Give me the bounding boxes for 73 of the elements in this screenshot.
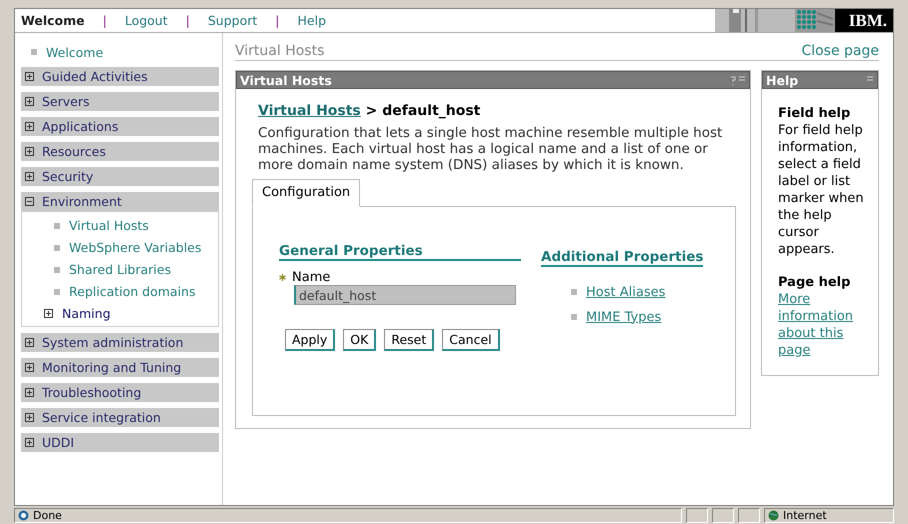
help-heading: Page help [778, 274, 852, 291]
nav-link[interactable]: Help [292, 13, 332, 28]
globe-icon [768, 510, 779, 520]
help-text: For field help information, select a field label or list marker when the help cursor appears. [778, 122, 864, 258]
expand-icon[interactable] [25, 338, 34, 347]
nav-separator: | [102, 13, 108, 28]
expand-icon[interactable] [25, 363, 34, 372]
help-link[interactable]: More information about this page [778, 291, 864, 359]
form-button[interactable]: OK [343, 329, 376, 351]
sidebar-group[interactable]: Naming [22, 304, 218, 322]
breadcrumb: Virtual Hosts > default_host [258, 103, 482, 119]
expand-icon[interactable] [25, 413, 34, 422]
sidebar-group[interactable]: Security [21, 167, 219, 186]
help-icon[interactable] [730, 76, 746, 84]
zone-cell: Internet [764, 508, 894, 522]
nav-link[interactable]: Welcome [15, 13, 91, 28]
property-link[interactable]: MIME Types [571, 309, 703, 325]
bullet-icon [571, 314, 577, 320]
expand-icon[interactable] [25, 122, 34, 131]
expand-icon[interactable] [25, 438, 34, 447]
section-heading: Additional Properties [541, 249, 703, 267]
expand-icon[interactable] [25, 97, 34, 106]
sidebar-group[interactable]: Environment [21, 192, 219, 211]
status-pane [712, 508, 734, 522]
sidebar-link[interactable]: Virtual Hosts [22, 216, 218, 235]
bullet-icon [54, 266, 60, 272]
expand-icon[interactable] [25, 147, 34, 156]
tab[interactable]: Configuration [252, 179, 360, 207]
form-button[interactable]: Cancel [442, 329, 500, 351]
sidebar-group[interactable]: Service integration [21, 408, 219, 427]
panel-title: Virtual Hosts [240, 72, 332, 88]
field-label: Name [292, 270, 330, 285]
sidebar-link[interactable]: Shared Libraries [22, 260, 218, 279]
description: Configuration that lets a single host machine resemble multiple host machines. Each virtual host has a logical name and a list of one or more domain name system (DNS) aliases by which it is known. [258, 125, 724, 173]
sidebar-group[interactable]: System administration [21, 333, 219, 352]
panel-title: Help [766, 72, 798, 88]
breadcrumb-link[interactable]: Virtual Hosts [258, 103, 361, 119]
form-button[interactable]: Apply [285, 329, 336, 351]
nav-link[interactable]: Logout [118, 13, 174, 28]
expand-icon[interactable] [25, 388, 34, 397]
sidebar-link[interactable]: Welcome [21, 43, 222, 61]
sidebar-group[interactable]: Servers [21, 92, 219, 111]
sidebar-link[interactable]: WebSphere Variables [22, 238, 218, 257]
sidebar-group[interactable]: UDDI [21, 433, 219, 452]
bullet-icon [31, 49, 37, 55]
status-pane [738, 508, 760, 522]
sidebar-link[interactable]: Replication domains [22, 282, 218, 301]
nav-separator: | [184, 13, 191, 28]
section-heading: General Properties [279, 243, 521, 261]
sidebar-group[interactable]: Guided Activities [21, 67, 219, 86]
sidebar-group[interactable]: Applications [21, 117, 219, 136]
help-heading: Field help [778, 105, 852, 122]
form-button[interactable]: Reset [384, 329, 434, 351]
expand-icon[interactable] [25, 72, 34, 81]
sidebar-group[interactable]: Monitoring and Tuning [21, 358, 219, 377]
page-title: Virtual Hosts [235, 43, 324, 59]
property-link[interactable]: Host Aliases [571, 284, 703, 300]
bullet-icon [54, 288, 60, 294]
bullet-icon [571, 289, 577, 295]
expand-icon[interactable] [25, 172, 34, 181]
status-pane [686, 508, 708, 522]
nav-link[interactable]: Support [202, 13, 264, 28]
logo: IBM. [714, 9, 893, 32]
bullet-icon [54, 244, 60, 250]
close-page-link[interactable]: Close page [801, 43, 879, 59]
status-text-cell: Done [14, 508, 682, 522]
bullet-icon [54, 222, 60, 228]
expand-icon[interactable] [44, 308, 53, 318]
sidebar-group[interactable]: Troubleshooting [21, 383, 219, 402]
collapse-icon[interactable] [25, 197, 34, 206]
name-field[interactable]: default_host [294, 285, 516, 305]
sidebar-group[interactable]: Resources [21, 142, 219, 161]
nav-separator: | [274, 13, 280, 28]
